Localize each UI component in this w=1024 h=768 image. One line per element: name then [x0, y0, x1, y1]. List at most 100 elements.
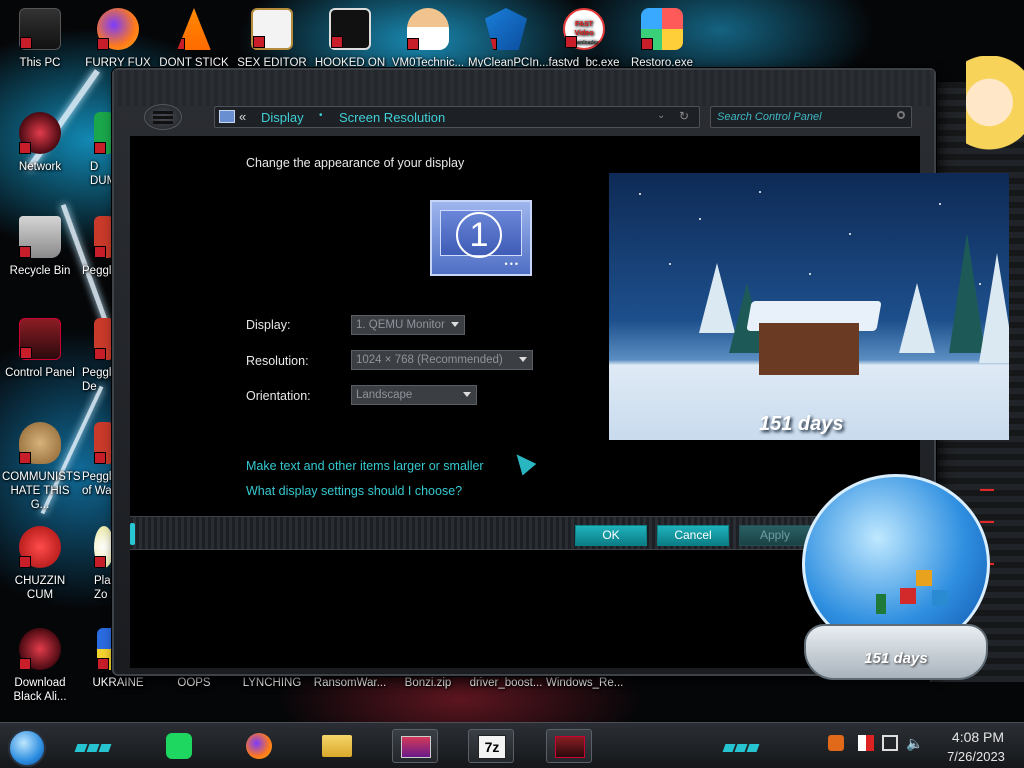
desktop-icon-driver-booster[interactable]: driver_boost...: [468, 676, 544, 690]
monitor-tile[interactable]: 1 •••: [430, 200, 532, 276]
notification-icon[interactable]: [828, 735, 844, 751]
resolution-select[interactable]: 1024 × 768 (Recommended): [351, 350, 533, 370]
taskbar-firefox[interactable]: [236, 729, 282, 763]
desktop-icon-hooked-on[interactable]: HOOKED ON: [312, 8, 388, 70]
spotify-icon: [166, 733, 192, 759]
fast-video-logo-text: Video: [574, 30, 594, 37]
snowflake: [639, 193, 641, 195]
desktop-icon-lynching[interactable]: LYNCHING: [234, 676, 310, 690]
taskbar-monitor-app[interactable]: [392, 729, 438, 763]
doctor-avatar-icon: [407, 8, 449, 50]
back-chevron-icon[interactable]: «: [239, 109, 246, 124]
7zip-icon: 7z: [478, 735, 506, 759]
desktop-icon-chuzzin[interactable]: CHUZZIN CUM: [2, 526, 78, 602]
recycle-bin-icon: [19, 216, 61, 258]
cancel-button[interactable]: Cancel: [657, 525, 729, 546]
display-select[interactable]: 1. QEMU Monitor: [351, 315, 465, 335]
snowflake: [699, 218, 701, 220]
ok-button[interactable]: OK: [575, 525, 647, 546]
desktop-icon-fastvd[interactable]: FAST Video Downloader fastvd_bc.exe: [546, 8, 622, 70]
display-icon: [219, 110, 235, 123]
taskbar-spotify[interactable]: [156, 729, 202, 763]
firefox-icon: [246, 733, 272, 759]
monitor-app-icon: [401, 736, 431, 758]
desktop-icon-download-black[interactable]: Download Black Ali...: [2, 628, 78, 704]
chevron-down-icon[interactable]: ⌄: [657, 110, 665, 121]
navigation-orb-icon[interactable]: [144, 104, 182, 130]
display-select-value: 1. QEMU Monitor: [356, 319, 445, 331]
desktop-icon-label: COMMUNISTS HATE THIS G...: [2, 471, 81, 511]
chevron-down-icon: [463, 392, 471, 397]
app-icon: [94, 112, 114, 154]
desktop-icon-mycleanpc[interactable]: MyCleanPCIn...: [468, 8, 549, 70]
desktop-icon-label: driver_boost...: [469, 677, 543, 689]
flower-icon: [94, 526, 114, 568]
display-label: Display:: [246, 318, 291, 332]
orientation-select[interactable]: Landscape: [351, 385, 477, 405]
taskbar: 7z 🔈 4:08 PM 7/26/2023: [0, 722, 1024, 768]
breadcrumb-display[interactable]: Display: [261, 110, 304, 125]
address-bar[interactable]: « Display • Screen Resolution ⌄ ↻: [214, 106, 700, 128]
snowflake: [849, 233, 851, 235]
desktop-icon-this-pc[interactable]: This PC: [2, 8, 78, 70]
clock-time[interactable]: 4:08 PM: [938, 729, 1018, 745]
file-explorer-icon: [322, 735, 352, 757]
desktop-icon-sex-editor[interactable]: SEX EDITOR: [234, 8, 310, 70]
taskbar-file-explorer[interactable]: [314, 729, 360, 763]
cabin: [759, 323, 859, 375]
snowflake: [809, 273, 811, 275]
desktop-icon-recycle-bin[interactable]: Recycle Bin: [2, 216, 78, 278]
money-bag-icon: [19, 422, 61, 464]
display-settings-help-link[interactable]: What display settings should I choose?: [246, 484, 462, 498]
pine-tree: [979, 253, 1009, 363]
search-input[interactable]: Search Control Panel: [710, 106, 912, 128]
button-bar-accent: [130, 523, 135, 545]
desktop-icon-label: Recycle Bin: [9, 265, 71, 277]
desktop-icon-dont-stick[interactable]: DONT STICK: [156, 8, 232, 70]
peggle-icon: [94, 318, 114, 360]
snow-globe-gadget[interactable]: 151 days: [796, 474, 996, 688]
hxd-editor-icon: [251, 8, 293, 50]
window-title-bar[interactable]: [114, 70, 934, 106]
desktop-icon-windows-repair[interactable]: Windows_Re...: [546, 676, 624, 690]
snowflake: [939, 203, 941, 205]
breadcrumb-separator: •: [319, 110, 323, 121]
volume-icon[interactable]: 🔈: [906, 735, 923, 751]
network-icon[interactable]: [882, 735, 898, 751]
desktop-icon-furry-fux[interactable]: FURRY FUX: [80, 8, 156, 70]
gift-icon: [900, 588, 916, 604]
desktop-icon-oops[interactable]: OOPS: [156, 676, 232, 690]
desktop-icon-vm0technic[interactable]: VM0Technic...: [390, 8, 466, 70]
larger-text-link[interactable]: Make text and other items larger or smal…: [246, 459, 484, 473]
blue-shield-icon: [485, 8, 527, 50]
desktop-icon-label: LYNCHING: [242, 677, 302, 689]
red-orb-icon: [19, 628, 61, 670]
desktop-icon-network[interactable]: Network: [2, 112, 78, 174]
globe-days-counter: 151 days: [864, 650, 928, 667]
clock-date[interactable]: 7/26/2023: [934, 749, 1018, 764]
desktop-icon-label: Windows_Re...: [546, 677, 624, 689]
flag-icon[interactable]: [858, 735, 874, 751]
winter-countdown-widget[interactable]: 151 days: [609, 173, 1009, 440]
desktop-icon-communists[interactable]: COMMUNISTS HATE THIS G...: [2, 422, 81, 512]
desktop-icon-label: UKRAINE: [92, 677, 144, 689]
pine-tree: [899, 283, 935, 353]
desktop-icon-ransomware[interactable]: RansomWar...: [312, 676, 388, 690]
desktop-icon-bonzi[interactable]: Bonzi.zip: [390, 676, 466, 690]
desktop-icon-restoro[interactable]: Restoro.exe: [624, 8, 700, 70]
refresh-icon[interactable]: ↻: [679, 109, 689, 123]
breadcrumb-screen-resolution[interactable]: Screen Resolution: [339, 110, 445, 125]
taskbar-7zip[interactable]: 7z: [468, 729, 514, 763]
start-button[interactable]: [8, 729, 46, 767]
cartoon-character-image: [966, 56, 1024, 172]
desktop-icon-label: This PC: [19, 57, 61, 69]
resolution-select-value: 1024 × 768 (Recommended): [356, 354, 503, 366]
chevron-down-icon: [519, 357, 527, 362]
page-title: Change the appearance of your display: [246, 156, 465, 170]
peggle-icon: [94, 216, 114, 258]
taskbar-control-panel[interactable]: [546, 729, 592, 763]
search-placeholder: Search Control Panel: [717, 111, 822, 123]
desktop-icon-control-panel[interactable]: Control Panel: [2, 318, 78, 380]
fast-video-logo-text: Downloader: [569, 40, 599, 46]
desktop-icon-label: Bonzi.zip: [404, 677, 452, 689]
